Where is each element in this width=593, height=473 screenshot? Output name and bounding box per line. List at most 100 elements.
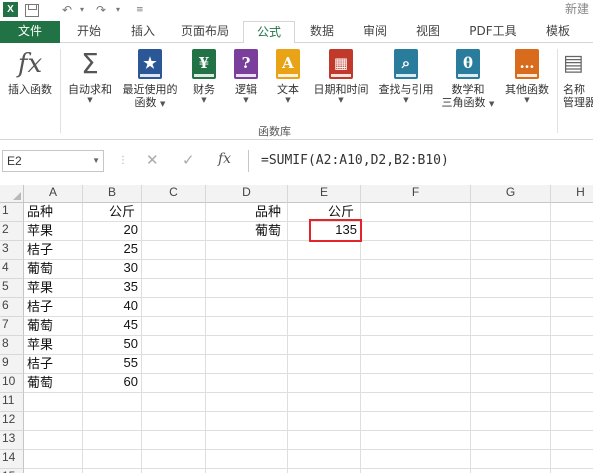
cell-d1[interactable]: 品种	[252, 203, 292, 222]
name-manager-button[interactable]: ▤ 名称 管理器	[559, 49, 593, 109]
row-header-9[interactable]: 9	[0, 355, 24, 374]
tab-formulas[interactable]: 公式	[243, 21, 295, 44]
ribbon-separator	[60, 49, 61, 133]
cell-a2[interactable]: 苹果	[24, 222, 83, 241]
row-header-14[interactable]: 14	[0, 450, 24, 469]
cell-a8[interactable]: 苹果	[24, 336, 83, 355]
row-header-12[interactable]: 12	[0, 412, 24, 431]
cell-b10[interactable]: 60	[83, 374, 142, 393]
math-trig-label-2: 三角函数	[441, 96, 486, 109]
select-all-corner[interactable]	[0, 185, 24, 203]
column-header-g[interactable]: G	[471, 185, 551, 203]
cell-a4[interactable]: 葡萄	[24, 260, 83, 279]
insert-function-fx-icon[interactable]: fx	[218, 151, 231, 167]
cancel-icon[interactable]: ✕	[146, 151, 159, 169]
row-header-4[interactable]: 4	[0, 260, 24, 279]
date-time-button[interactable]: ▦ 日期和时间 ▼	[309, 49, 373, 105]
formula-bar-grip-icon[interactable]: ⋮	[118, 155, 128, 166]
row-header-13[interactable]: 13	[0, 431, 24, 450]
autosum-label: 自动求和	[68, 83, 112, 96]
cell-b3[interactable]: 25	[83, 241, 142, 260]
sigma-icon: Σ	[81, 47, 99, 80]
cell-a3[interactable]: 桔子	[24, 241, 83, 260]
undo-dropdown-icon[interactable]: ▾	[80, 1, 84, 19]
save-icon[interactable]	[25, 4, 39, 17]
cell-a6[interactable]: 桔子	[24, 298, 83, 317]
more-functions-button[interactable]: … 其他函数 ▼	[499, 49, 555, 105]
cell-d2[interactable]: 葡萄	[252, 222, 292, 241]
tab-templates[interactable]: 模板	[535, 21, 581, 43]
undo-icon[interactable]: ↶	[62, 1, 72, 19]
tab-insert[interactable]: 插入	[118, 21, 168, 43]
magnifier-book-icon: ⌕	[394, 49, 418, 79]
tab-data[interactable]: 数据	[297, 21, 347, 43]
cell-a7[interactable]: 葡萄	[24, 317, 83, 336]
cell-a9[interactable]: 桔子	[24, 355, 83, 374]
cell-b9[interactable]: 55	[83, 355, 142, 374]
row-header-10[interactable]: 10	[0, 374, 24, 393]
column-gridline	[287, 203, 288, 473]
lookup-reference-button[interactable]: ⌕ 查找与引用 ▼	[374, 49, 438, 105]
row-header-6[interactable]: 6	[0, 298, 24, 317]
fx-icon: fx	[17, 49, 43, 79]
tab-file[interactable]: 文件	[0, 21, 60, 43]
column-header-h[interactable]: H	[551, 185, 593, 203]
column-header-f[interactable]: F	[361, 185, 471, 203]
row-gridline	[24, 468, 593, 469]
tab-pdf-tools[interactable]: PDF工具	[460, 21, 526, 43]
star-book-icon: ★	[138, 49, 162, 79]
tab-home[interactable]: 开始	[60, 21, 118, 43]
row-header-11[interactable]: 11	[0, 393, 24, 412]
calendar-book-icon: ▦	[329, 49, 353, 79]
row-header-2[interactable]: 2	[0, 222, 24, 241]
column-header-e[interactable]: E	[288, 185, 361, 203]
text-button[interactable]: A 文本 ▼	[268, 49, 308, 105]
enter-check-icon[interactable]: ✓	[182, 151, 195, 169]
worksheet-grid[interactable]: A B C D E F G H 123456789101112131415 品种…	[0, 185, 593, 473]
cell-b7[interactable]: 45	[83, 317, 142, 336]
cell-b6[interactable]: 40	[83, 298, 142, 317]
financial-label: 财务	[193, 83, 215, 96]
cell-b4[interactable]: 30	[83, 260, 142, 279]
tab-view[interactable]: 视图	[403, 21, 453, 43]
math-trig-button[interactable]: θ 数学和 三角函数 ▼	[438, 49, 498, 109]
tab-review[interactable]: 审阅	[350, 21, 400, 43]
column-header-d[interactable]: D	[206, 185, 288, 203]
cell-a1[interactable]: 品种	[24, 203, 83, 222]
cell-b5[interactable]: 35	[83, 279, 142, 298]
row-header-8[interactable]: 8	[0, 336, 24, 355]
row-header-15[interactable]: 15	[0, 469, 24, 473]
coins-book-icon: ¥	[192, 49, 216, 79]
cell-b1[interactable]: 公斤	[83, 203, 142, 222]
insert-function-button[interactable]: fx 插入函数	[1, 49, 59, 96]
autosum-button[interactable]: Σ 自动求和 ▼	[62, 49, 118, 105]
formula-input[interactable]: =SUMIF(A2:A10,D2,B2:B10)	[248, 150, 593, 172]
text-label: 文本	[277, 83, 299, 96]
recently-used-button[interactable]: ★ 最近使用的 函数 ▼	[118, 49, 182, 109]
financial-button[interactable]: ¥ 财务 ▼	[184, 49, 224, 105]
function-library-group-label: 函数库	[258, 125, 291, 138]
column-header-a[interactable]: A	[24, 185, 83, 203]
cell-b8[interactable]: 50	[83, 336, 142, 355]
row-header-5[interactable]: 5	[0, 279, 24, 298]
cell-b2[interactable]: 20	[83, 222, 142, 241]
column-gridline	[360, 203, 361, 473]
logical-button[interactable]: ? 逻辑 ▼	[226, 49, 266, 105]
cell-a5[interactable]: 苹果	[24, 279, 83, 298]
column-gridline	[470, 203, 471, 473]
chevron-down-icon: ▼	[201, 96, 207, 104]
redo-dropdown-icon[interactable]: ▾	[116, 1, 120, 19]
column-header-b[interactable]: B	[83, 185, 142, 203]
customize-quick-access-icon[interactable]: ≡	[136, 1, 144, 19]
cell-a10[interactable]: 葡萄	[24, 374, 83, 393]
row-header-1[interactable]: 1	[0, 203, 24, 222]
redo-icon[interactable]: ↷	[96, 1, 106, 19]
column-gridline	[205, 203, 206, 473]
row-header-3[interactable]: 3	[0, 241, 24, 260]
column-header-c[interactable]: C	[142, 185, 206, 203]
highlight-box-e2	[309, 219, 362, 242]
name-box[interactable]: E2 ▼	[2, 150, 104, 172]
row-header-7[interactable]: 7	[0, 317, 24, 336]
chevron-down-icon[interactable]: ▼	[92, 151, 100, 171]
tab-page-layout[interactable]: 页面布局	[170, 21, 240, 43]
